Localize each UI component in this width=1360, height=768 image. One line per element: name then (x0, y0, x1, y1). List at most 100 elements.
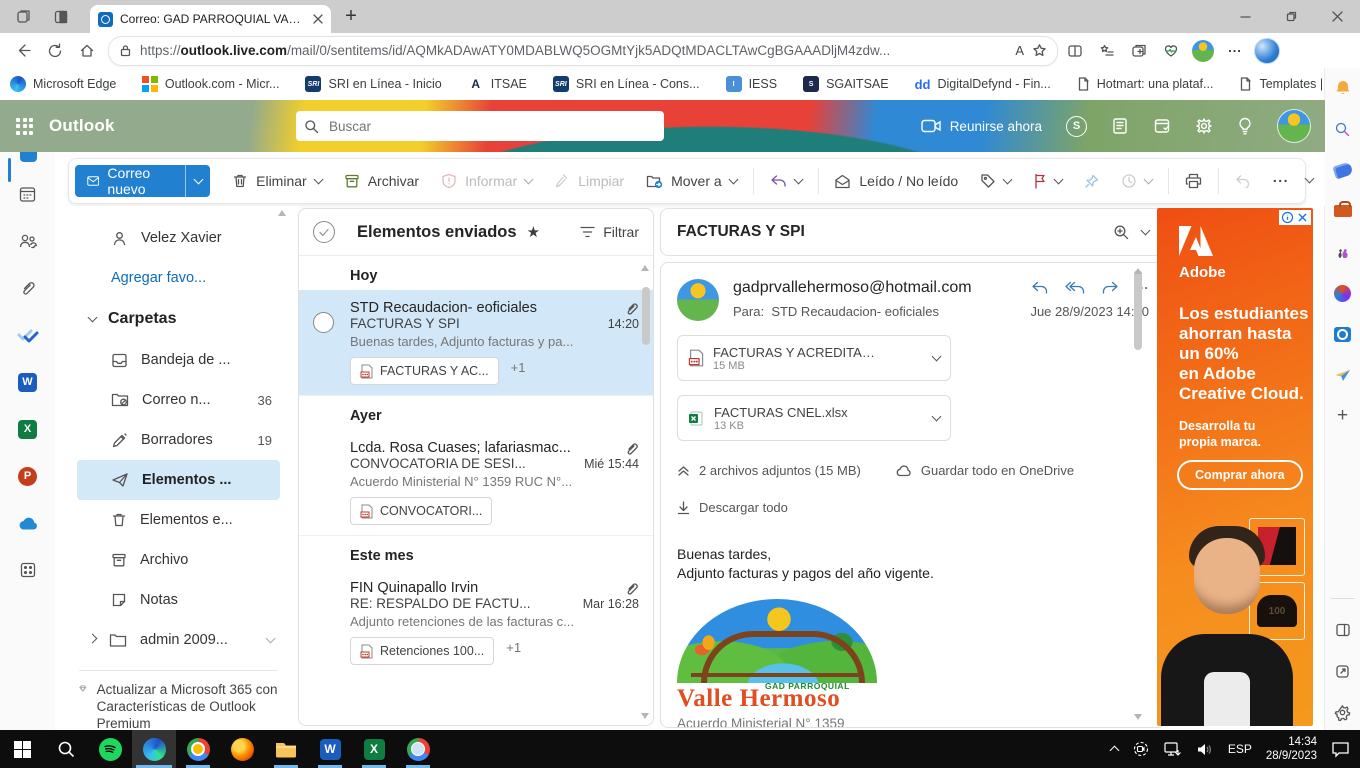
select-all-icon[interactable] (313, 221, 335, 243)
folder-archive[interactable]: Archivo (77, 540, 280, 580)
delete-button[interactable]: Eliminar (222, 163, 332, 199)
new-mail-dropdown[interactable] (185, 165, 210, 197)
forward-icon[interactable] (1101, 281, 1119, 295)
sidebar-open-external-icon[interactable] (1331, 659, 1355, 683)
add-favorite-link[interactable]: Agregar favo... (55, 258, 298, 298)
sidebar-shopping-icon[interactable] (1331, 158, 1355, 182)
folder-inbox[interactable]: Bandeja de ... (77, 340, 280, 380)
zoom-icon[interactable] (1113, 224, 1130, 241)
action-center-icon[interactable] (1331, 741, 1350, 758)
new-mail-split-button[interactable]: Correo nuevo (75, 165, 210, 197)
home-icon[interactable] (72, 36, 102, 66)
folder-deleted-items[interactable]: Elementos e... (77, 500, 280, 540)
categorize-button[interactable] (970, 163, 1021, 199)
attachment-chip[interactable]: FACTURAS Y AC... (350, 357, 499, 385)
message-row-3[interactable]: FIN Quinapallo Irvin RE: RESPALDO DE FAC… (299, 570, 653, 675)
language-indicator[interactable]: ESP (1228, 742, 1252, 756)
bookmark-sri-consultas[interactable]: SRI SRI en Línea - Cons... (553, 76, 700, 92)
tab-actions-icon[interactable] (46, 4, 76, 30)
sidebar-search-icon[interactable] (1331, 117, 1355, 141)
folders-section-header[interactable]: Carpetas (77, 298, 298, 340)
taskbar-search-icon[interactable] (44, 730, 88, 768)
folder-sent-items[interactable]: Elementos ... (77, 460, 280, 500)
reading-scroll-up[interactable] (1134, 268, 1142, 274)
message-row-2[interactable]: Lcda. Rosa Cuases; lafariasmac... CONVOC… (299, 430, 653, 536)
sidebar-games-icon[interactable] (1331, 240, 1355, 264)
more-apps-icon[interactable] (14, 556, 42, 584)
restore-button[interactable] (1268, 0, 1314, 33)
minimize-button[interactable] (1222, 0, 1268, 33)
attachment-menu-icon[interactable] (932, 352, 942, 362)
attachment-menu-icon[interactable] (932, 412, 942, 422)
bookmark-hotmart[interactable]: Hotmart: una plataf... (1077, 77, 1214, 91)
archive-button[interactable]: Archivar (334, 163, 429, 199)
new-mail-button[interactable]: Correo nuevo (75, 165, 185, 197)
attachment-card-xlsx[interactable]: FACTURAS CNEL.xlsx 13 KB (677, 395, 951, 441)
sidebar-outlook-icon[interactable] (1331, 322, 1355, 346)
tray-hidden-icons[interactable] (1109, 746, 1119, 756)
message-row-1[interactable]: STD Recaudacion- eoficiales FACTURAS Y S… (299, 290, 653, 396)
network-icon[interactable] (1164, 742, 1182, 757)
copilot-icon[interactable] (1252, 36, 1282, 66)
more-attachments-badge[interactable]: +1 (511, 360, 526, 375)
ad-info-icon[interactable] (1281, 211, 1294, 224)
browser-tab[interactable]: Correo: GAD PARROQUIAL VALLE (90, 5, 331, 33)
taskbar-excel-icon[interactable]: X (352, 730, 396, 768)
taskbar-clock[interactable]: 14:34 28/9/2023 (1266, 735, 1317, 763)
folder-scroll-up[interactable] (278, 210, 286, 216)
taskbar-chrome-icon[interactable] (176, 730, 220, 768)
sidebar-settings-icon[interactable] (1331, 700, 1355, 724)
more-attachments-badge[interactable]: +1 (506, 640, 521, 655)
expand-folder-icon[interactable] (88, 634, 98, 644)
sidebar-toolbox-icon[interactable] (1331, 199, 1355, 223)
taskbar-spotify-icon[interactable] (88, 730, 132, 768)
folder-drafts[interactable]: Borradores 19 (77, 420, 280, 460)
bookmark-sgaitsae[interactable]: S SGAITSAE (803, 76, 889, 92)
pin-button[interactable] (1074, 163, 1109, 199)
files-module-icon[interactable] (14, 274, 42, 302)
reply-icon[interactable] (1031, 281, 1049, 295)
ad-close-icon[interactable] (1296, 211, 1309, 224)
app-launcher-icon[interactable] (16, 118, 33, 135)
notes-feed-icon[interactable] (1111, 117, 1129, 135)
folder-admin[interactable]: admin 2009... (77, 620, 280, 660)
url-field[interactable]: https://outlook.live.com/mail/0/sentitem… (108, 36, 1058, 66)
close-button[interactable] (1314, 0, 1360, 33)
bookmark-outlook[interactable]: Outlook.com - Micr... (142, 76, 279, 92)
sender-avatar[interactable] (677, 279, 719, 321)
mail-module-icon[interactable] (20, 152, 37, 162)
sidebar-add-icon[interactable]: + (1331, 404, 1355, 428)
skype-icon[interactable]: S (1066, 116, 1087, 137)
favorite-star-icon[interactable] (1032, 43, 1047, 58)
browser-more-icon[interactable]: ... (1220, 33, 1250, 69)
read-aloud-icon[interactable]: A (1015, 43, 1024, 58)
flag-button[interactable] (1023, 163, 1072, 199)
sender-email[interactable]: gadprvallehermoso@hotmail.com (733, 279, 972, 297)
refresh-icon[interactable] (40, 36, 70, 66)
workspaces-icon[interactable] (8, 4, 38, 30)
powerpoint-app-icon[interactable]: P (14, 462, 42, 490)
taskbar-chrome-profile-icon[interactable] (396, 730, 440, 768)
zoom-dropdown-icon[interactable] (1141, 226, 1151, 236)
tray-meet-icon[interactable] (1132, 741, 1150, 757)
sidebar-m365-icon[interactable] (1331, 281, 1355, 305)
attachment-chip[interactable]: Retenciones 100... (350, 637, 494, 665)
split-screen-icon[interactable] (1060, 36, 1090, 66)
search-box[interactable] (296, 111, 664, 141)
taskbar-firefox-icon[interactable] (220, 730, 264, 768)
bookmark-digitaldefynd[interactable]: dd DigitalDefynd - Fin... (915, 77, 1051, 92)
list-scroll-down[interactable] (641, 713, 649, 719)
message-select-circle[interactable] (313, 312, 334, 333)
todo-app-icon[interactable] (14, 321, 42, 349)
reply-button[interactable] (760, 163, 812, 199)
profile-avatar[interactable] (1188, 36, 1218, 66)
download-all-button[interactable]: Descargar todo (677, 500, 1149, 515)
reading-scroll-down[interactable] (1134, 714, 1142, 720)
settings-gear-icon[interactable] (1195, 117, 1213, 135)
search-input[interactable] (327, 118, 656, 135)
outlook-logo[interactable]: Outlook (49, 116, 115, 136)
onedrive-app-icon[interactable] (14, 509, 42, 537)
excel-app-icon[interactable]: X (14, 415, 42, 443)
ad-cta-button[interactable]: Comprar ahora (1177, 460, 1303, 490)
taskbar-edge-icon[interactable] (132, 730, 176, 768)
